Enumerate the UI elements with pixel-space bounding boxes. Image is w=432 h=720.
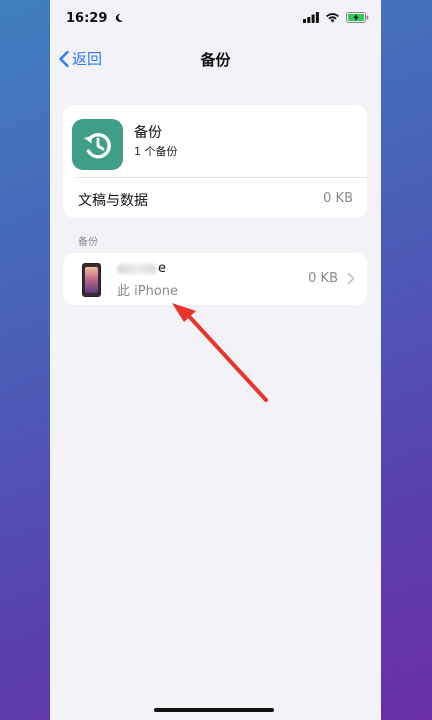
backup-count: 1 个备份	[134, 145, 178, 158]
device-name: e	[117, 261, 166, 277]
device-backup-size: 0 KB	[308, 271, 338, 286]
documents-size: 0 KB	[323, 191, 353, 206]
page-title: 备份	[200, 51, 231, 69]
status-bar: 16:29	[50, 0, 381, 38]
signal-icon	[303, 12, 319, 23]
backup-app-card: 备份 1 个备份 文稿与数据 0 KB	[63, 105, 367, 218]
chevron-right-icon	[347, 272, 355, 285]
navigation-bar: 返回 备份	[50, 38, 381, 80]
documents-label: 文稿与数据	[78, 193, 148, 209]
device-backup-row[interactable]: e 此 iPhone 0 KB	[63, 253, 367, 305]
redacted-name-blur	[117, 263, 157, 274]
documents-data-row: 文稿与数据 0 KB	[63, 178, 367, 218]
app-info-row: 备份 1 个备份	[63, 105, 367, 177]
home-indicator	[154, 708, 274, 712]
status-time: 16:29	[66, 11, 124, 26]
moon-icon	[115, 13, 123, 22]
battery-charging-icon	[346, 12, 369, 23]
iphone-device-icon	[82, 263, 101, 297]
device-subtitle: 此 iPhone	[117, 284, 179, 299]
phone-screen: 16:29 返回 备份 备份 1 个备份 文稿与数据 0 KB 备份 e 此 i…	[50, 0, 381, 720]
status-icons	[303, 12, 369, 23]
section-header-backups: 备份	[78, 237, 98, 248]
restore-backup-icon	[72, 119, 123, 170]
app-title: 备份	[134, 125, 162, 141]
wifi-icon	[326, 13, 339, 23]
